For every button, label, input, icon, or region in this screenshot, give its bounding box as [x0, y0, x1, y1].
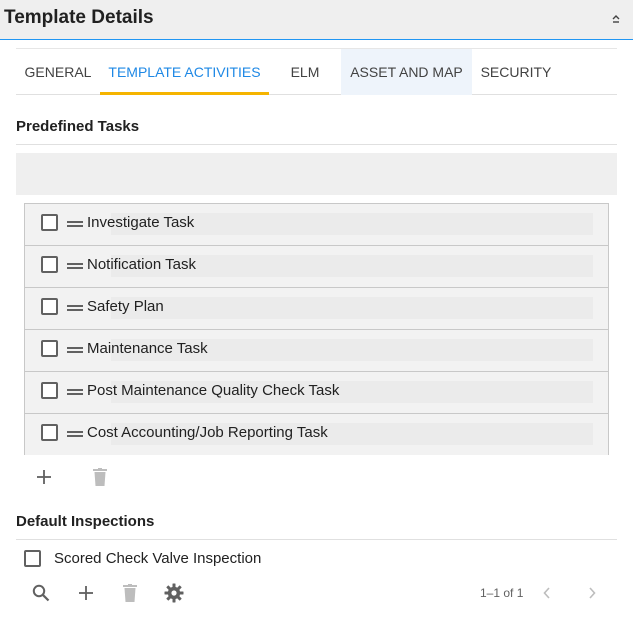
tab-general[interactable]: GENERAL: [16, 49, 100, 95]
task-checkbox[interactable]: [41, 424, 58, 441]
task-checkbox[interactable]: [41, 382, 58, 399]
drag-handle-icon[interactable]: [67, 263, 83, 269]
gear-icon: [164, 583, 184, 603]
task-label: Notification Task: [87, 256, 196, 273]
list-item[interactable]: Cost Accounting/Job Reporting Task: [25, 414, 608, 456]
drag-handle-icon[interactable]: [67, 347, 83, 353]
default-inspections-heading: Default Inspections: [16, 513, 155, 530]
task-checkbox[interactable]: [41, 340, 58, 357]
task-checkbox[interactable]: [41, 298, 58, 315]
divider: [16, 144, 617, 145]
task-list: Investigate Task Notification Task Safet…: [24, 203, 609, 456]
inspection-checkbox[interactable]: [24, 550, 41, 567]
task-checkbox[interactable]: [41, 256, 58, 273]
drag-handle-icon[interactable]: [67, 305, 83, 311]
trash-icon: [93, 468, 107, 486]
list-item[interactable]: Notification Task: [25, 246, 608, 288]
next-page-button[interactable]: [580, 581, 604, 605]
trash-icon: [123, 584, 137, 602]
chevron-right-icon: [589, 587, 596, 599]
tab-asset-and-map[interactable]: ASSET AND MAP: [341, 49, 472, 95]
search-icon: [32, 584, 50, 602]
panel-title: Template Details: [4, 7, 154, 28]
drag-handle-icon[interactable]: [67, 221, 83, 227]
add-inspection-button[interactable]: [74, 581, 98, 605]
plus-icon: [79, 586, 93, 600]
chevron-left-icon: [543, 587, 550, 599]
list-item[interactable]: Investigate Task: [25, 204, 608, 246]
list-item[interactable]: Safety Plan: [25, 288, 608, 330]
pagination-range: 1–1 of 1: [480, 586, 524, 600]
drag-handle-icon[interactable]: [67, 389, 83, 395]
task-filter-bar[interactable]: [16, 153, 617, 195]
list-item[interactable]: Post Maintenance Quality Check Task: [25, 372, 608, 414]
task-label: Maintenance Task: [87, 340, 208, 357]
drag-handle-icon[interactable]: [67, 431, 83, 437]
panel-header: Template Details: [0, 0, 633, 40]
prev-page-button[interactable]: [535, 581, 559, 605]
tab-security[interactable]: SECURITY: [472, 49, 560, 95]
divider: [16, 539, 617, 540]
tab-template-activities[interactable]: TEMPLATE ACTIVITIES: [100, 49, 269, 95]
delete-task-button[interactable]: [88, 465, 112, 489]
collapse-icon[interactable]: [609, 12, 623, 26]
settings-button[interactable]: [162, 581, 186, 605]
list-item[interactable]: Maintenance Task: [25, 330, 608, 372]
search-button[interactable]: [29, 581, 53, 605]
inspection-label: Scored Check Valve Inspection: [54, 550, 262, 567]
add-task-button[interactable]: [32, 465, 56, 489]
task-checkbox[interactable]: [41, 214, 58, 231]
plus-icon: [37, 470, 51, 484]
tab-elm[interactable]: ELM: [269, 49, 341, 95]
tab-bar: GENERAL TEMPLATE ACTIVITIES ELM ASSET AN…: [16, 48, 617, 95]
task-label: Safety Plan: [87, 298, 164, 315]
delete-inspection-button[interactable]: [118, 581, 142, 605]
task-label: Cost Accounting/Job Reporting Task: [87, 424, 328, 441]
task-label: Post Maintenance Quality Check Task: [87, 382, 340, 399]
predefined-tasks-heading: Predefined Tasks: [16, 118, 140, 135]
task-label: Investigate Task: [87, 214, 195, 231]
